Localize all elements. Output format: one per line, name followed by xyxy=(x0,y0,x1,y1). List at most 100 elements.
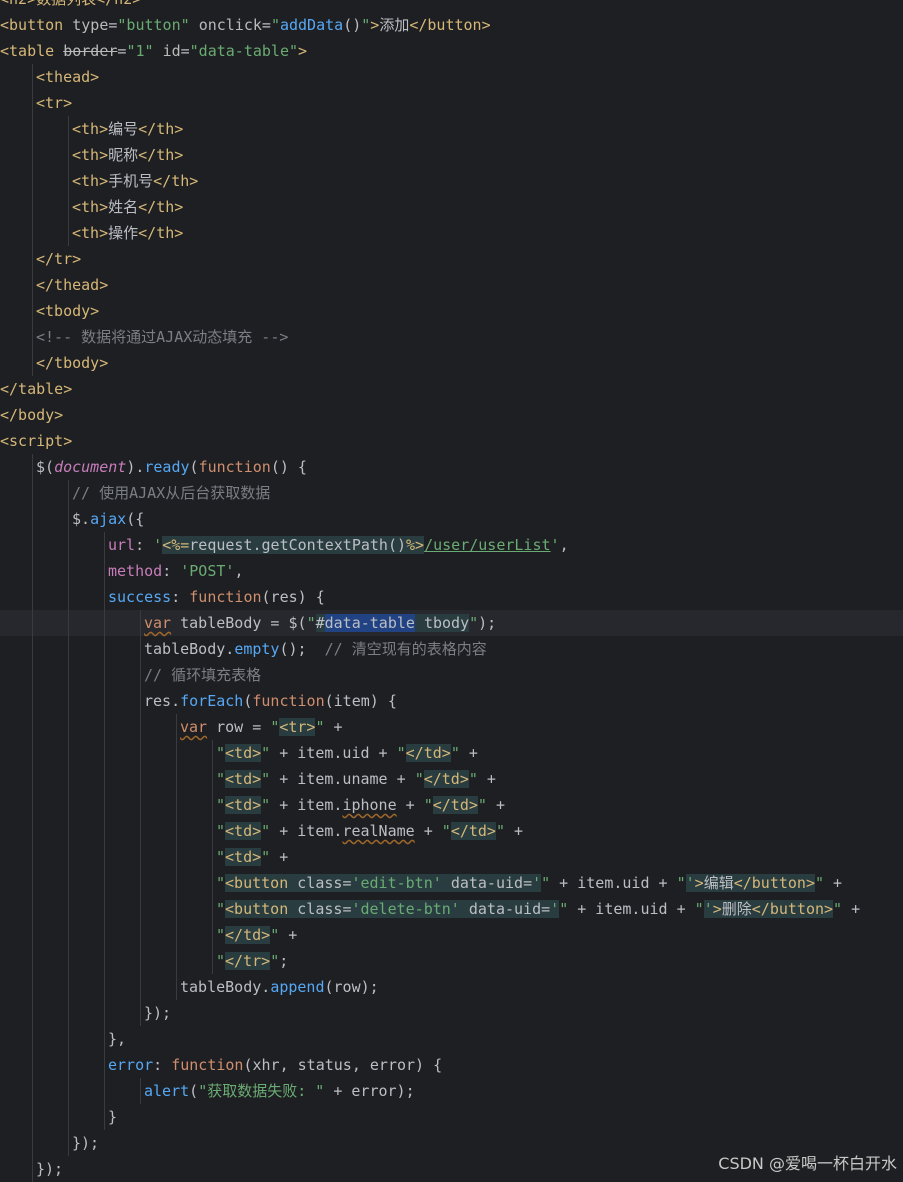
code-line[interactable]: // 循环填充表格 xyxy=(0,662,903,688)
code-text: <th>编号</th> xyxy=(72,116,183,142)
code-token: ); xyxy=(478,614,497,632)
code-token: data-table xyxy=(324,614,415,632)
code-text: $.ajax({ xyxy=(72,506,144,532)
code-line[interactable]: var tableBody = $("#data-table tbody"); xyxy=(0,610,903,636)
code-line[interactable]: <th>昵称</th> xyxy=(0,142,903,168)
code-line[interactable]: "<td>" + item.realName + "</td>" + xyxy=(0,818,903,844)
code-line[interactable]: <thead> xyxy=(0,64,903,90)
code-token: function xyxy=(189,588,262,606)
code-line[interactable]: "<td>" + xyxy=(0,844,903,870)
code-token: <th> xyxy=(72,198,109,216)
indent-guide xyxy=(212,870,213,896)
code-line[interactable]: // 使用AJAX从后台获取数据 xyxy=(0,480,903,506)
code-line[interactable]: "<td>" + item.uid + "</td>" + xyxy=(0,740,903,766)
code-line[interactable]: </table> xyxy=(0,376,903,402)
code-text: </body> xyxy=(0,402,63,428)
indent-guide xyxy=(176,792,177,818)
code-line[interactable]: <tbody> xyxy=(0,298,903,324)
indent-guide xyxy=(32,792,33,818)
code-line[interactable]: <h2>数据列表</h2> xyxy=(0,0,903,12)
code-line[interactable]: <th>操作</th> xyxy=(0,220,903,246)
indent-guide xyxy=(140,740,141,766)
code-line[interactable]: </tr> xyxy=(0,246,903,272)
code-line[interactable]: tableBody.empty(); // 清空现有的表格内容 xyxy=(0,636,903,662)
code-line[interactable]: method: 'POST', xyxy=(0,558,903,584)
code-token: + item.uid + xyxy=(550,874,677,892)
code-token: success xyxy=(108,588,172,606)
code-line[interactable]: <th>姓名</th> xyxy=(0,194,903,220)
code-token: + xyxy=(270,848,289,866)
code-token: " xyxy=(261,848,271,866)
code-line[interactable]: <th>手机号</th> xyxy=(0,168,903,194)
code-line[interactable]: }); xyxy=(0,1000,903,1026)
code-line[interactable]: </thead> xyxy=(0,272,903,298)
indent-guide xyxy=(68,1052,69,1078)
code-line[interactable]: success: function(res) { xyxy=(0,584,903,610)
code-text: "</td>" + xyxy=(216,922,297,948)
code-line[interactable]: <table border="1" id="data-table"> xyxy=(0,38,903,64)
code-token: type xyxy=(72,16,109,34)
code-line[interactable]: </body> xyxy=(0,402,903,428)
code-token: $. xyxy=(72,510,91,528)
indent-guide xyxy=(176,974,177,1000)
code-token: : xyxy=(171,588,190,606)
indent-guide xyxy=(32,480,33,506)
code-token: 添加 xyxy=(379,16,410,34)
code-line[interactable]: <tr> xyxy=(0,90,903,116)
code-line[interactable]: "<td>" + item.uname + "</td>" + xyxy=(0,766,903,792)
code-token: <td> xyxy=(225,822,262,840)
code-text: tableBody.append(row); xyxy=(180,974,379,1000)
code-token: " xyxy=(450,744,460,762)
code-token: "data-table" xyxy=(189,42,299,60)
code-line[interactable]: </tbody> xyxy=(0,350,903,376)
code-line[interactable]: res.forEach(function(item) { xyxy=(0,688,903,714)
code-token: <tr> xyxy=(279,718,316,736)
indent-guide xyxy=(104,974,105,1000)
code-token: # xyxy=(315,614,325,632)
code-line[interactable]: "</tr>"; xyxy=(0,948,903,974)
code-text: <th>姓名</th> xyxy=(72,194,183,220)
code-line[interactable]: <!-- 数据将通过AJAX动态填充 --> xyxy=(0,324,903,350)
code-line[interactable]: url: '<%=request.getContextPath()%>/user… xyxy=(0,532,903,558)
code-token: ; xyxy=(279,952,289,970)
code-line[interactable]: "</td>" + xyxy=(0,922,903,948)
code-text: <!-- 数据将通过AJAX动态填充 --> xyxy=(36,324,288,350)
code-editor[interactable]: <h2>数据列表</h2> <button type = "button" oncli… xyxy=(0,0,903,1182)
indent-guide xyxy=(140,688,141,714)
code-token: </button> xyxy=(751,900,834,918)
indent-guide xyxy=(212,922,213,948)
code-text: }, xyxy=(108,1026,126,1052)
code-line[interactable]: }, xyxy=(0,1026,903,1052)
indent-guide xyxy=(68,922,69,948)
code-line[interactable]: $.ajax({ xyxy=(0,506,903,532)
code-line[interactable]: "<td>" + item.iphone + "</td>" + xyxy=(0,792,903,818)
code-line[interactable]: "<button class='edit-btn' data-uid='" + … xyxy=(0,870,903,896)
code-text: </table> xyxy=(0,376,72,402)
code-token: " xyxy=(216,926,226,944)
code-token: empty xyxy=(234,640,280,658)
code-line[interactable]: error: function(xhr, status, error) { xyxy=(0,1052,903,1078)
indent-guide xyxy=(104,1078,105,1104)
code-line[interactable]: <th>编号</th> xyxy=(0,116,903,142)
code-line[interactable]: tableBody.append(row); xyxy=(0,974,903,1000)
code-line[interactable]: <button type="button" onclick="addData()… xyxy=(0,12,903,38)
code-token: onclick xyxy=(198,16,262,34)
code-token: request.getContextPath() xyxy=(189,536,407,554)
code-line[interactable]: alert("获取数据失败: " + error); xyxy=(0,1078,903,1104)
indent-guide xyxy=(140,792,141,818)
code-text: var tableBody = $("#data-table tbody"); xyxy=(144,610,496,636)
indent-guide xyxy=(176,870,177,896)
indent-guide xyxy=(104,766,105,792)
code-token: 'delete-btn' xyxy=(351,900,469,918)
code-line[interactable]: <script> xyxy=(0,428,903,454)
code-text: "<td>" + item.uid + "</td>" + xyxy=(216,740,478,766)
indent-guide xyxy=(212,844,213,870)
code-line[interactable]: var row = "<tr>" + xyxy=(0,714,903,740)
indent-guide xyxy=(176,766,177,792)
code-line[interactable]: } xyxy=(0,1104,903,1130)
code-line[interactable]: "<button class='delete-btn' data-uid='" … xyxy=(0,896,903,922)
code-text: }); xyxy=(144,1000,171,1026)
code-line[interactable]: $(document).ready(function() { xyxy=(0,454,903,480)
code-text: <tr> xyxy=(36,90,72,116)
code-text: error: function(xhr, status, error) { xyxy=(108,1052,442,1078)
